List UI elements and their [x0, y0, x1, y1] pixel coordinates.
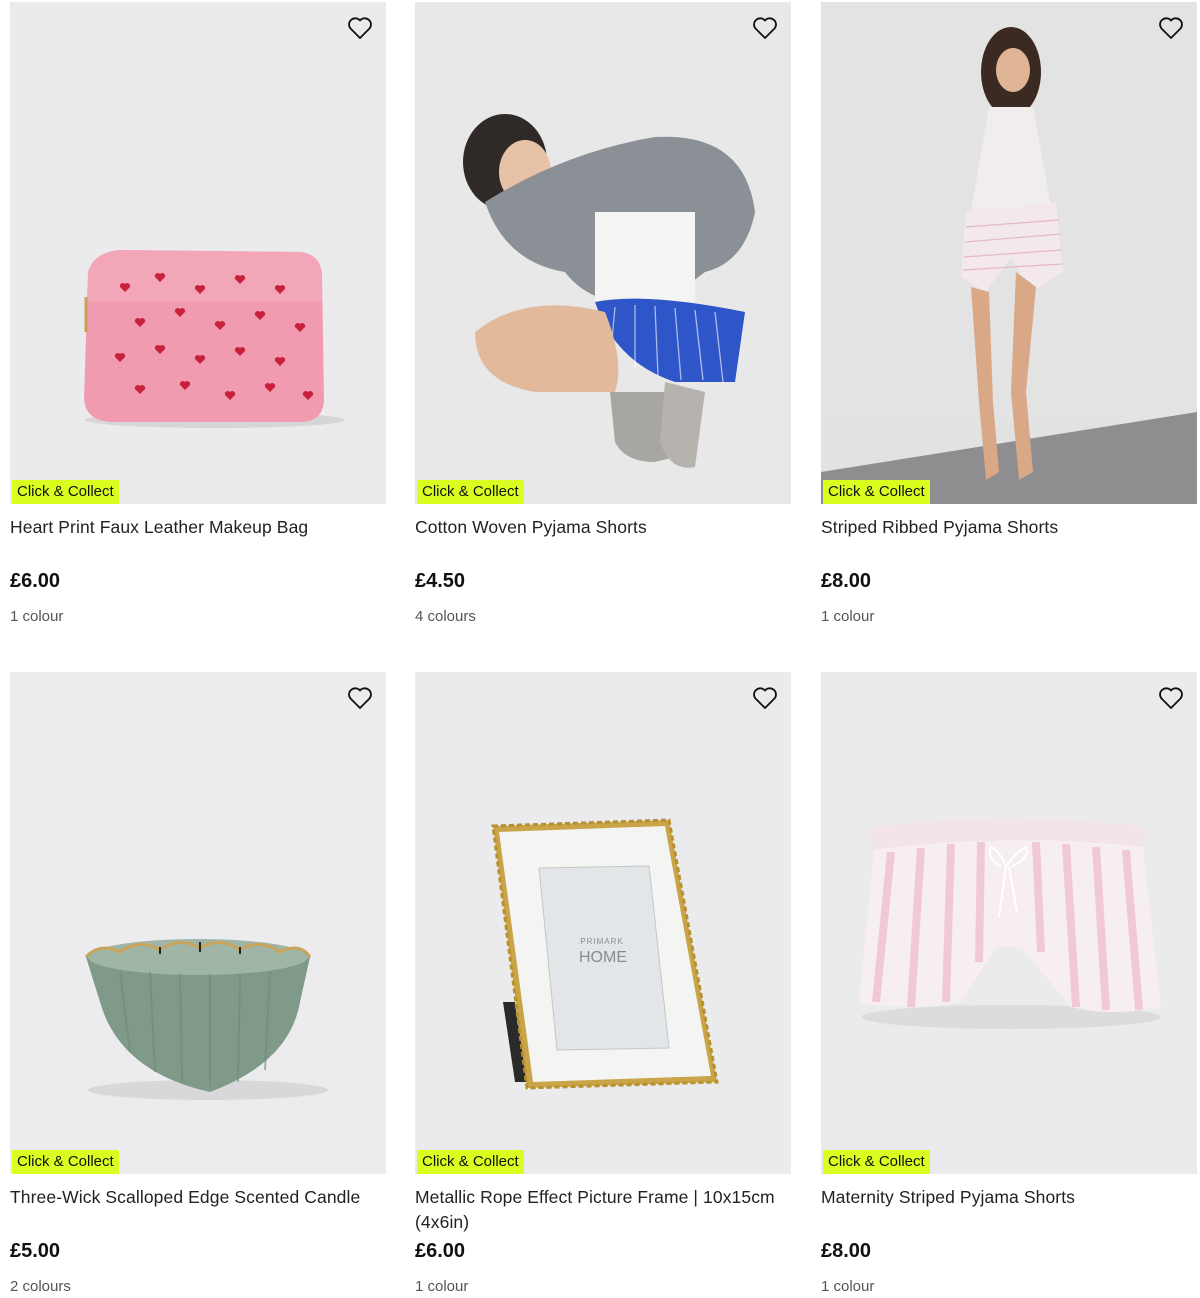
product-image[interactable]: Click & Collect — [10, 672, 386, 1174]
click-collect-badge: Click & Collect — [417, 480, 524, 504]
product-colours: 4 colours — [415, 608, 476, 625]
product-card[interactable]: Click & Collect Maternity Striped Pyjama… — [821, 672, 1197, 1295]
product-image[interactable]: Click & Collect — [10, 2, 386, 504]
product-card[interactable]: Click & Collect Striped Ribbed Pyjama Sh… — [821, 2, 1197, 625]
heart-outline-icon[interactable] — [1157, 684, 1185, 712]
product-price: £8.00 — [821, 1240, 872, 1262]
heart-outline-icon[interactable] — [751, 14, 779, 42]
product-title[interactable]: Heart Print Faux Leather Makeup Bag — [10, 515, 386, 565]
product-price: £6.00 — [415, 1240, 466, 1262]
product-colours: 1 colour — [10, 608, 64, 625]
product-image[interactable]: Click & Collect — [821, 2, 1197, 504]
heart-outline-icon[interactable] — [1157, 14, 1185, 42]
product-colours: 2 colours — [10, 1278, 71, 1295]
click-collect-badge: Click & Collect — [823, 480, 930, 504]
click-collect-badge: Click & Collect — [12, 1150, 119, 1174]
product-title[interactable]: Three-Wick Scalloped Edge Scented Candle — [10, 1185, 386, 1235]
product-title[interactable]: Maternity Striped Pyjama Shorts — [821, 1185, 1197, 1235]
product-price: £8.00 — [821, 570, 872, 592]
product-colours: 1 colour — [821, 608, 875, 625]
product-image[interactable]: Click & Collect — [415, 2, 791, 504]
heart-outline-icon[interactable] — [346, 14, 374, 42]
product-card[interactable]: PRIMARK HOME Click & Collect Metallic Ro… — [415, 672, 791, 1295]
product-colours: 1 colour — [821, 1278, 875, 1295]
product-price: £6.00 — [10, 570, 61, 592]
product-title[interactable]: Cotton Woven Pyjama Shorts — [415, 515, 791, 565]
product-title[interactable]: Metallic Rope Effect Picture Frame | 10x… — [415, 1185, 791, 1235]
heart-outline-icon[interactable] — [751, 684, 779, 712]
click-collect-badge: Click & Collect — [12, 480, 119, 504]
product-card[interactable]: Click & Collect Cotton Woven Pyjama Shor… — [415, 2, 791, 625]
product-image[interactable]: Click & Collect — [821, 672, 1197, 1174]
heart-outline-icon[interactable] — [346, 684, 374, 712]
product-card[interactable]: Click & Collect Three-Wick Scalloped Edg… — [10, 672, 386, 1295]
product-grid: Click & Collect Heart Print Faux Leather… — [0, 0, 1200, 1298]
product-price: £4.50 — [415, 570, 466, 592]
click-collect-badge: Click & Collect — [417, 1150, 524, 1174]
product-image[interactable]: PRIMARK HOME Click & Collect — [415, 672, 791, 1174]
product-price: £5.00 — [10, 1240, 61, 1262]
product-card[interactable]: Click & Collect Heart Print Faux Leather… — [10, 2, 386, 625]
product-title[interactable]: Striped Ribbed Pyjama Shorts — [821, 515, 1197, 565]
product-colours: 1 colour — [415, 1278, 469, 1295]
frame-print-home: HOME — [579, 949, 627, 966]
frame-print-brand: PRIMARK — [580, 937, 623, 946]
click-collect-badge: Click & Collect — [823, 1150, 930, 1174]
